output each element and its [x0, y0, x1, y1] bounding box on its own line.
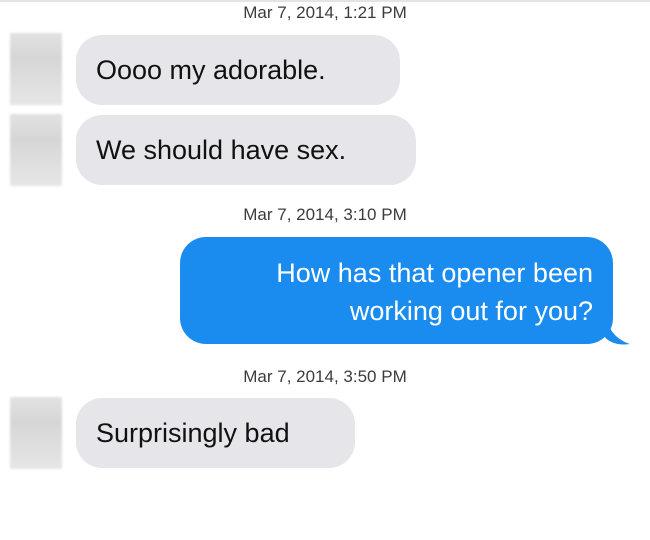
message-text: We should have sex.	[96, 135, 347, 165]
timestamp-2: Mar 7, 2014, 3:10 PM	[243, 205, 407, 224]
sender-avatar-blurred	[10, 114, 62, 186]
sent-bubble-tail	[604, 322, 630, 345]
received-message-2[interactable]: We should have sex.	[76, 115, 416, 185]
sender-avatar-blurred	[10, 33, 62, 105]
received-message-3[interactable]: Surprisingly bad	[76, 398, 355, 468]
message-text: Oooo my adorable.	[96, 55, 326, 85]
message-text-line-2: working out for you?	[349, 296, 593, 326]
sender-avatar-blurred	[10, 397, 62, 469]
timestamp-3: Mar 7, 2014, 3:50 PM	[243, 367, 407, 386]
received-message-1[interactable]: Oooo my adorable.	[76, 35, 400, 105]
sent-message[interactable]: How has that opener been working out for…	[180, 237, 613, 344]
timestamp-1: Mar 7, 2014, 1:21 PM	[243, 3, 407, 22]
message-text-line-1: How has that opener been	[276, 258, 593, 288]
message-text: Surprisingly bad	[96, 418, 290, 448]
top-divider	[0, 0, 650, 2]
